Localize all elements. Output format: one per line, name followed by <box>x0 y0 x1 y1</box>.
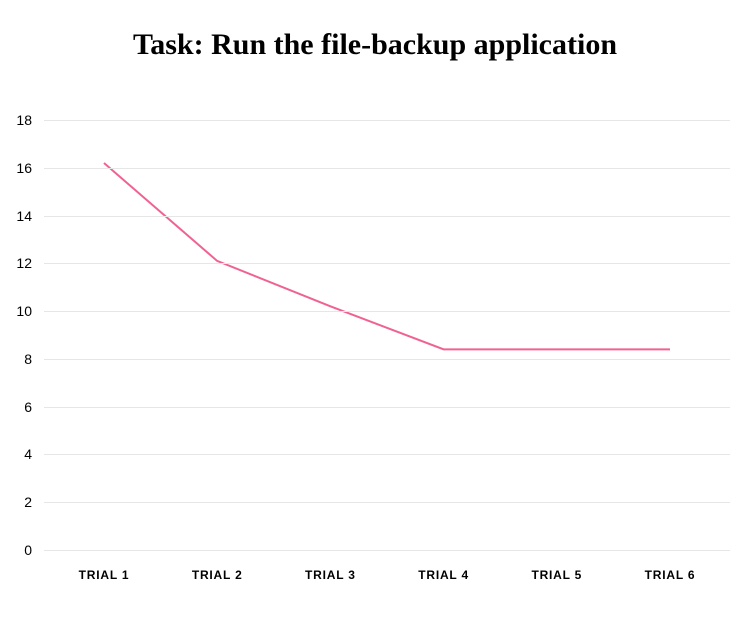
plot-area <box>44 120 730 550</box>
line-chart-svg <box>44 120 730 550</box>
y-axis: 024681012141618 <box>0 120 44 550</box>
gridline <box>44 359 730 360</box>
y-tick-label: 4 <box>24 446 32 462</box>
gridline <box>44 550 730 551</box>
x-tick-label: TRIAL 6 <box>645 568 696 582</box>
gridline <box>44 120 730 121</box>
chart-container: Task: Run the file-backup application 0 2… <box>0 0 750 630</box>
y-tick-label: 10 <box>16 303 32 319</box>
x-tick-label: TRIAL 5 <box>531 568 582 582</box>
y-tick-label: 12 <box>16 255 32 271</box>
x-tick-label: TRIAL 2 <box>192 568 243 582</box>
gridline <box>44 263 730 264</box>
data-line <box>104 163 670 349</box>
y-tick-label: 0 <box>24 542 32 558</box>
y-tick-label: 16 <box>16 160 32 176</box>
gridline <box>44 216 730 217</box>
gridline <box>44 311 730 312</box>
y-tick-label: 2 <box>24 494 32 510</box>
y-tick-label: 14 <box>16 208 32 224</box>
x-tick-label: TRIAL 3 <box>305 568 356 582</box>
x-axis: TRIAL 1 TRIAL 2 TRIAL 3 TRIAL 4 TRIAL 5 TRIAL… <box>44 560 730 590</box>
gridline <box>44 502 730 503</box>
chart-title: Task: Run the file-backup application <box>0 0 750 63</box>
y-tick-label: 6 <box>24 399 32 415</box>
y-tick-label: 8 <box>24 351 32 367</box>
gridline <box>44 454 730 455</box>
gridline <box>44 407 730 408</box>
gridline <box>44 168 730 169</box>
y-tick-label: 18 <box>16 112 32 128</box>
x-tick-label: TRIAL 1 <box>79 568 130 582</box>
x-tick-label: TRIAL 4 <box>418 568 469 582</box>
